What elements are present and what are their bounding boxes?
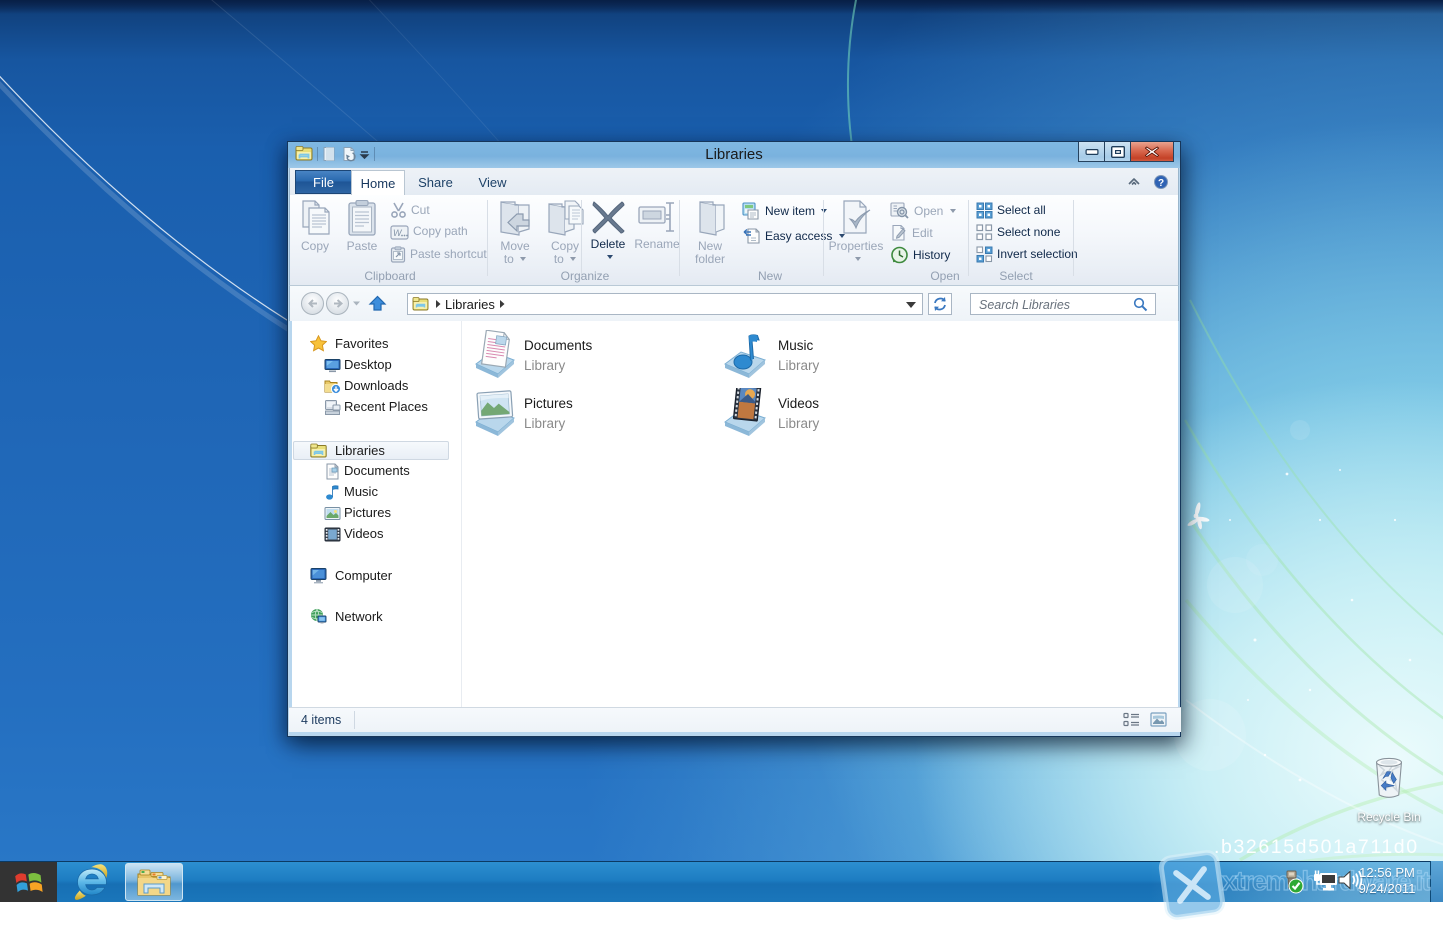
svg-text:?: ?	[1158, 178, 1164, 189]
